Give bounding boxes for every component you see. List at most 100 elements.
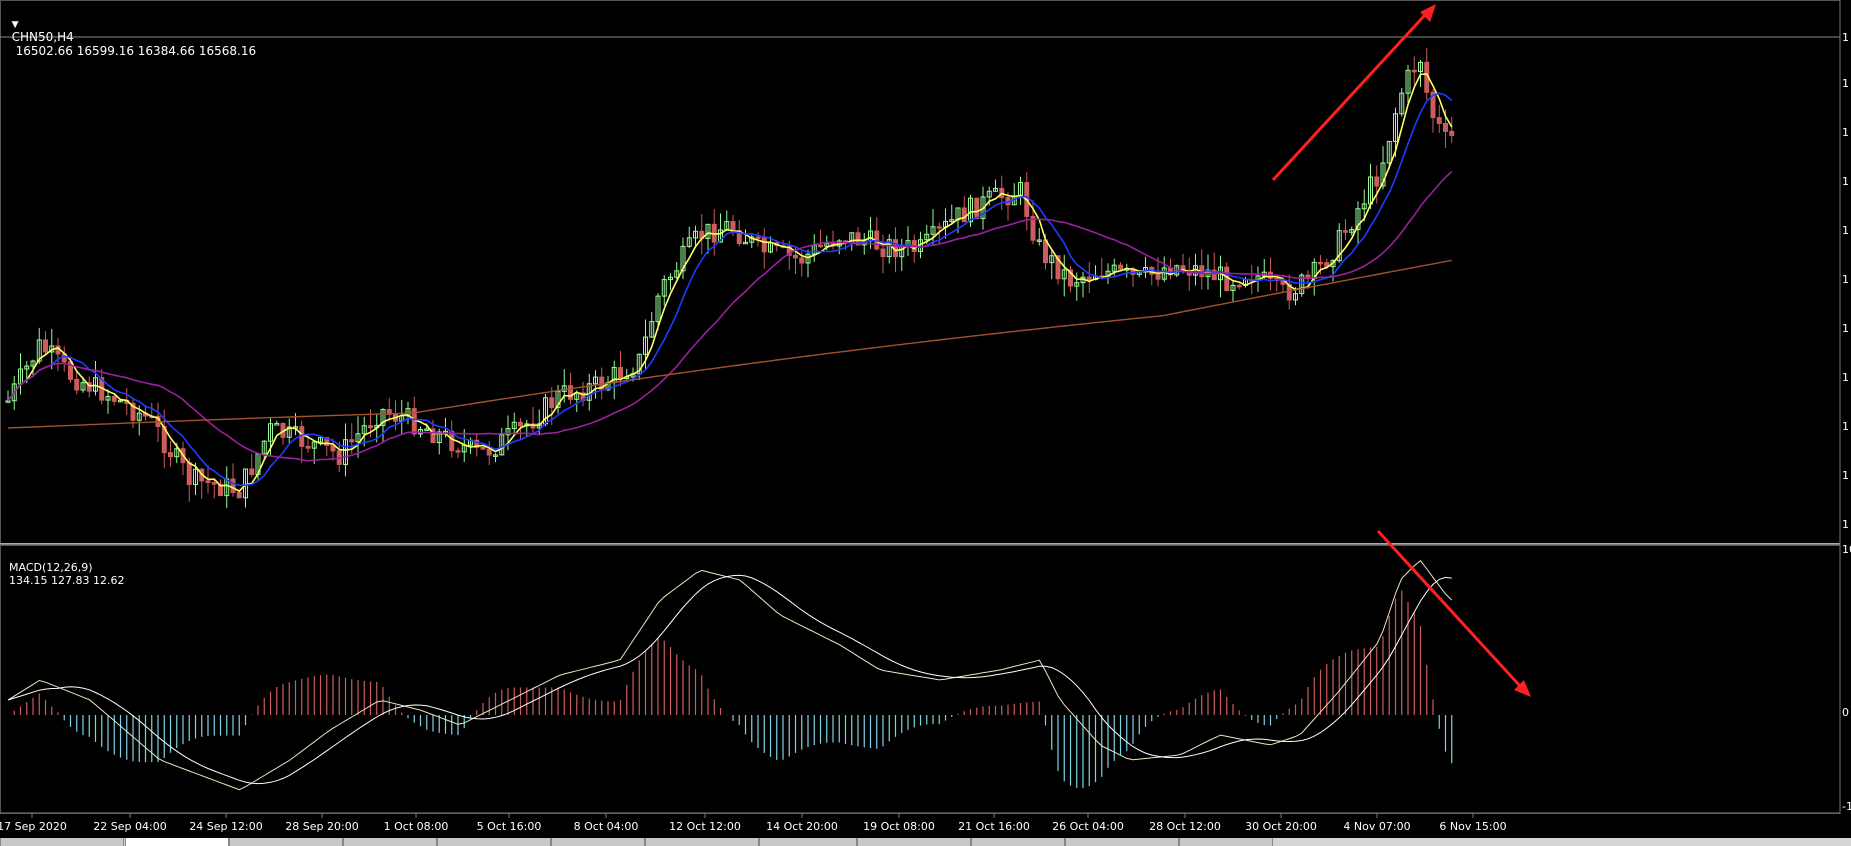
- candle-body: [236, 491, 242, 499]
- time-tick-label: 28 Oct 12:00: [1149, 820, 1221, 833]
- time-tick-label: 6 Nov 15:00: [1439, 820, 1506, 833]
- candle-body: [349, 439, 355, 443]
- chart-tab[interactable]: [1065, 838, 1179, 846]
- chart-header: ▼ CHN50,H4 16502.66 16599.16 16384.66 16…: [4, 2, 256, 58]
- candle-body: [974, 197, 980, 220]
- chart-tab[interactable]: [343, 838, 437, 846]
- macd-values: 134.15 127.83 12.62: [9, 574, 125, 587]
- candle-body: [1118, 264, 1123, 270]
- price-tick-label: 1: [1842, 77, 1849, 90]
- macd-tick-label: 0: [1842, 706, 1849, 719]
- chart-tab[interactable]: [857, 838, 971, 846]
- ma-fast-line: [7, 73, 1453, 493]
- candle-body: [1155, 273, 1161, 280]
- symbol-label: CHN50,H4: [11, 30, 74, 44]
- candle-body: [761, 237, 767, 253]
- time-tick-label: 4 Nov 07:00: [1343, 820, 1410, 833]
- chart-canvas[interactable]: 17 Sep 2020 22 Sep 04:00 24 Sep 12:00 28 Se…: [0, 0, 1851, 846]
- time-tick-label: 19 Oct 08:00: [863, 820, 935, 833]
- price-tick-label: 1: [1842, 371, 1849, 384]
- ohlc-values: 16502.66 16599.16 16384.66 16568.16: [15, 44, 257, 58]
- candle-body: [368, 425, 373, 429]
- price-tick-label: 1: [1842, 273, 1849, 286]
- chart-tab[interactable]: [759, 838, 857, 846]
- candle-body: [486, 448, 492, 456]
- price-tick-label: 1: [1842, 322, 1849, 335]
- candle-body: [455, 450, 461, 453]
- macd-label: MACD(12,26,9): [9, 561, 93, 574]
- macd-line: [7, 559, 1453, 791]
- price-tick-label: 1: [1842, 126, 1849, 139]
- time-tick-label: 26 Oct 04:00: [1052, 820, 1124, 833]
- candle-body: [549, 397, 555, 409]
- chart-tab[interactable]: [437, 838, 551, 846]
- macd-signal-line: [7, 574, 1452, 785]
- candle-body: [230, 478, 236, 493]
- candle-body: [730, 221, 736, 232]
- candle-body: [480, 446, 486, 450]
- right-axis-bg: [1840, 0, 1851, 814]
- candle-body: [961, 207, 967, 223]
- chart-tab[interactable]: [551, 838, 645, 846]
- chart-tab[interactable]: [0, 838, 124, 846]
- candle-body: [1343, 230, 1348, 233]
- candle-body: [205, 480, 211, 484]
- candle-body: [1374, 176, 1380, 187]
- chart-tabs-bar: [0, 838, 1851, 846]
- candle-body: [936, 226, 942, 229]
- time-tick-label: 30 Oct 20:00: [1245, 820, 1317, 833]
- chart-tab[interactable]: [229, 838, 343, 846]
- candle-body: [1411, 69, 1417, 73]
- candle-body: [111, 395, 117, 402]
- candle-body: [168, 452, 173, 458]
- time-tick-label: 22 Sep 04:00: [93, 820, 166, 833]
- time-tick-label: 5 Oct 16:00: [477, 820, 542, 833]
- price-tick-label: 1: [1842, 224, 1849, 237]
- candle-body: [793, 254, 798, 259]
- ma-slow-line: [7, 170, 1453, 462]
- macd-down-arrow-shaft: [1376, 529, 1522, 688]
- candle-body: [818, 244, 823, 248]
- macd-header: MACD(12,26,9) 134.15 127.83 12.62: [2, 548, 124, 587]
- time-tick-label: 8 Oct 04:00: [574, 820, 639, 833]
- candle-body: [1086, 276, 1092, 281]
- candle-body: [1443, 123, 1448, 132]
- candle-body: [186, 462, 192, 486]
- price-tick-label: 1: [1842, 420, 1849, 433]
- chart-tab[interactable]: [1179, 838, 1273, 846]
- candle-body: [249, 468, 255, 475]
- price-tick-label: 1: [1842, 469, 1849, 482]
- candle-body: [518, 421, 523, 427]
- macd-tick-label: 10: [1842, 543, 1851, 556]
- candle-body: [880, 248, 886, 258]
- main-panel-frame: [0, 0, 1850, 544]
- candles-layer: [5, 47, 1455, 509]
- time-tick-label: 1 Oct 08:00: [384, 820, 449, 833]
- macd-layer: [7, 559, 1453, 791]
- chart-tab[interactable]: [645, 838, 759, 846]
- candle-body: [305, 445, 311, 449]
- price-tick-label: 1: [1842, 518, 1849, 531]
- candle-body: [618, 366, 623, 379]
- candle-body: [1449, 130, 1455, 136]
- chart-tab[interactable]: [125, 838, 229, 846]
- candle-body: [1436, 117, 1442, 125]
- candle-body: [211, 482, 217, 485]
- time-axis: 17 Sep 2020 22 Sep 04:00 24 Sep 12:00 28 Se…: [0, 813, 1507, 833]
- macd-panel-frame: [0, 545, 1850, 814]
- chart-tab[interactable]: [971, 838, 1065, 846]
- time-tick-label: 12 Oct 12:00: [669, 820, 741, 833]
- candle-body: [799, 257, 805, 264]
- macd-tick-label: -1: [1842, 800, 1851, 813]
- candle-body: [568, 385, 573, 400]
- price-tick-label: 1: [1842, 31, 1849, 44]
- candle-body: [1224, 266, 1230, 292]
- candle-body: [1318, 261, 1323, 265]
- candle-body: [43, 339, 48, 353]
- moving-averages-layer: [7, 73, 1453, 493]
- candle-body: [74, 378, 80, 391]
- candle-body: [1236, 284, 1242, 288]
- time-tick-label: 17 Sep 2020: [0, 820, 67, 833]
- price-tick-label: 1: [1842, 175, 1849, 188]
- triangle-down-icon[interactable]: ▼: [12, 20, 19, 30]
